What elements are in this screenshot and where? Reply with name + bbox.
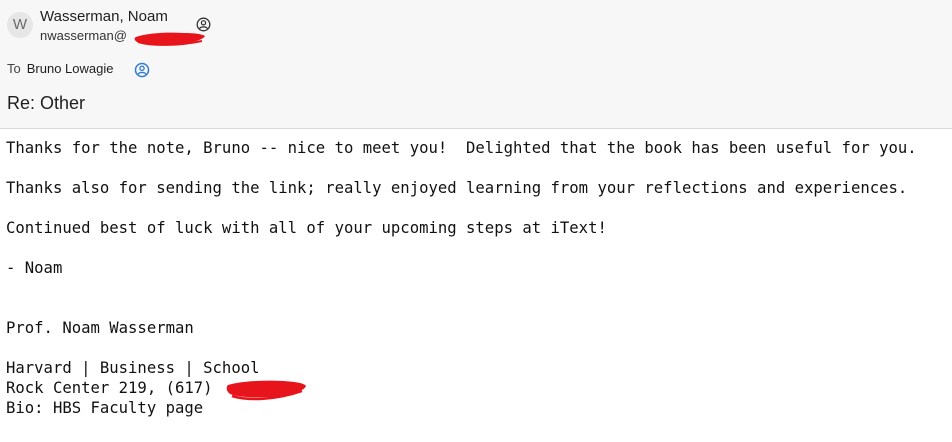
sender-email-text: nwasserman@ <box>40 28 127 43</box>
sender-avatar[interactable]: W <box>7 12 33 38</box>
body-line: Thanks for the note, Bruno -- nice to me… <box>6 139 917 157</box>
email-redaction-mark <box>134 32 205 46</box>
body-line: - Noam <box>6 259 63 277</box>
sender-email[interactable]: nwasserman@ <box>40 28 127 43</box>
signature-address: Rock Center 219, (617) <box>6 379 222 397</box>
phone-redaction-mark <box>226 380 306 401</box>
email-body: Thanks for the note, Bruno -- nice to me… <box>6 139 917 417</box>
email-subject: Re: Other <box>7 93 86 113</box>
recipient-row: To Bruno Lowagie <box>7 61 113 76</box>
signature-name: Prof. Noam Wasserman <box>6 319 194 337</box>
recipient-name[interactable]: Bruno Lowagie <box>27 61 114 76</box>
body-line: Thanks also for sending the link; really… <box>6 179 908 197</box>
signature-affiliation: Harvard | Business | School <box>6 359 260 377</box>
to-label: To <box>7 61 21 76</box>
signature-bio: Bio: HBS Faculty page <box>6 399 204 417</box>
sender-name[interactable]: Wasserman, Noam <box>40 8 168 25</box>
body-line: Continued best of luck with all of your … <box>6 219 607 237</box>
email-header: W Wasserman, Noam nwasserman@ To Bruno Lo… <box>0 0 952 129</box>
contact-card-icon[interactable] <box>134 62 150 78</box>
